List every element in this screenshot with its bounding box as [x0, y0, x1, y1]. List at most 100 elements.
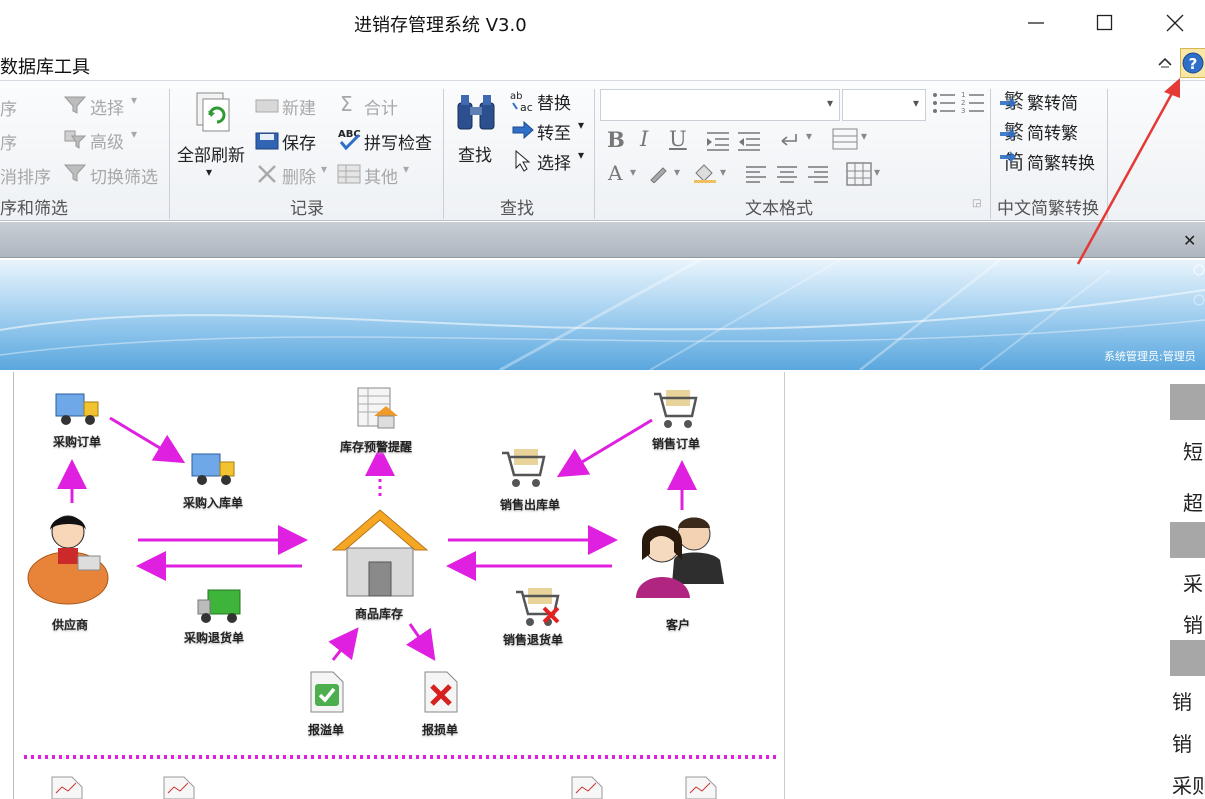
window-title: 进销存管理系统 V3.0 — [354, 15, 527, 36]
loss-doc-icon[interactable] — [423, 670, 459, 714]
panel-item[interactable]: 超 — [1183, 487, 1203, 516]
stock-alert-icon[interactable] — [356, 386, 402, 432]
customer-link[interactable]: 客户 — [666, 616, 690, 633]
filter-select-button[interactable]: 选择 — [90, 94, 124, 119]
panel-item[interactable]: 销 — [1172, 686, 1192, 715]
italic-button[interactable]: I — [640, 127, 648, 151]
font-color-button[interactable]: A — [608, 161, 622, 185]
panel-item[interactable]: 短 — [1183, 436, 1203, 465]
totals-button[interactable]: 合计 — [364, 94, 398, 119]
annotation-arrow — [1076, 78, 1180, 265]
panel-header — [1170, 384, 1205, 420]
shopping-cart-icon[interactable] — [652, 388, 698, 430]
report-icon[interactable] — [162, 775, 196, 799]
customer-icon[interactable] — [630, 512, 728, 604]
truck-icon[interactable] — [54, 388, 102, 428]
filter-select-icon — [64, 96, 86, 114]
sort-ascending-button[interactable]: 序 — [0, 95, 17, 120]
svg-text:2: 2 — [961, 99, 965, 107]
highlight-pen-icon — [650, 167, 667, 183]
bold-button[interactable]: B — [607, 127, 625, 152]
purchase-in-link[interactable]: 采购入库单 — [183, 494, 243, 511]
goto-button[interactable]: 转至 — [537, 119, 571, 144]
group-label-text-format: 文本格式 — [745, 199, 813, 219]
maximize-button[interactable] — [1084, 6, 1124, 38]
save-button[interactable]: 保存 — [282, 129, 316, 154]
select-button[interactable]: 选择 — [537, 149, 571, 174]
group-divider — [990, 89, 991, 219]
find-button[interactable]: 查找 — [452, 89, 502, 179]
font-name-select[interactable]: ▾ — [600, 89, 840, 121]
cart-return-icon[interactable] — [514, 586, 562, 628]
gridlines-icon — [832, 128, 858, 150]
simp-trad-convert-icon: 简 — [1000, 150, 1024, 173]
chevron-down-icon: ▾ — [674, 165, 681, 179]
purchase-return-link[interactable]: 采购退货单 — [184, 629, 244, 646]
spelling-check-button[interactable]: 拼写检查 — [364, 129, 432, 154]
truck-icon[interactable] — [190, 448, 238, 488]
report-icon[interactable] — [570, 775, 604, 799]
delete-icon — [258, 165, 276, 183]
cursor-icon — [515, 150, 531, 172]
chevron-down-icon: ▾ — [874, 165, 881, 179]
document-tab-bar — [0, 222, 1205, 258]
sales-order-link[interactable]: 销售订单 — [652, 435, 700, 452]
sales-return-link[interactable]: 销售退货单 — [503, 631, 563, 648]
advanced-filter-button[interactable]: 高级 — [90, 128, 124, 153]
sales-out-link[interactable]: 销售出库单 — [500, 496, 560, 513]
align-left-indent-icon — [707, 132, 729, 151]
table-border-icon — [846, 162, 872, 186]
panel-item[interactable]: 销 — [1172, 728, 1192, 757]
loss-link[interactable]: 报损单 — [422, 721, 458, 738]
group-divider — [443, 89, 444, 219]
font-size-select[interactable]: ▾ — [842, 89, 926, 121]
align-right-icon — [808, 166, 828, 183]
sort-descending-button[interactable]: 序 — [0, 129, 17, 154]
tab-database-tools[interactable]: 数据库工具 — [0, 53, 90, 79]
chevron-down-icon: ▾ — [403, 162, 410, 176]
report-icon[interactable] — [684, 775, 718, 799]
overflow-link[interactable]: 报溢单 — [308, 721, 344, 738]
paragraph-direction-icon — [781, 134, 797, 146]
panel-item[interactable]: 销 — [1183, 609, 1203, 638]
supplier-link[interactable]: 供应商 — [52, 616, 88, 633]
svg-text:3: 3 — [961, 107, 965, 115]
arrow-right-icon — [512, 121, 534, 139]
underline-button[interactable]: U — [669, 127, 687, 151]
spelling-icon: ABC — [338, 129, 361, 151]
replace-icon: abac — [510, 91, 533, 113]
chevron-down-icon: ▾ — [206, 165, 213, 179]
clear-sort-button[interactable]: 消排序 — [0, 163, 51, 188]
panel-header — [1170, 640, 1205, 676]
inventory-house-icon[interactable] — [331, 504, 429, 600]
new-record-icon — [255, 99, 279, 113]
refresh-all-button[interactable]: 全部刷新 ▾ — [176, 89, 250, 189]
chevron-down-icon: ▾ — [578, 118, 585, 132]
panel-item[interactable]: 采则 — [1172, 770, 1205, 799]
close-button[interactable] — [1154, 6, 1194, 38]
shopping-cart-icon[interactable] — [500, 447, 546, 489]
dialog-launcher-icon[interactable]: ◲ — [972, 198, 981, 209]
more-button[interactable]: 其他 — [364, 163, 398, 188]
sigma-icon: Σ — [340, 92, 353, 116]
toggle-filter-button[interactable]: 切换筛选 — [90, 163, 158, 188]
report-icon[interactable] — [50, 775, 84, 799]
minimize-button[interactable] — [1015, 6, 1055, 38]
chevron-down-icon: ▾ — [827, 96, 834, 110]
stock-alert-link[interactable]: 库存预警提醒 — [340, 438, 412, 455]
header-banner — [0, 260, 1205, 370]
panel-item[interactable]: 采 — [1183, 568, 1203, 597]
supplier-icon[interactable] — [26, 508, 114, 608]
overflow-doc-icon[interactable] — [309, 670, 345, 714]
chevron-down-icon: ▾ — [861, 129, 868, 143]
panel-header — [1170, 522, 1205, 558]
new-record-button[interactable]: 新建 — [282, 94, 316, 119]
replace-button[interactable]: 替换 — [537, 89, 571, 114]
collapse-ribbon-icon[interactable] — [1157, 56, 1173, 68]
binoculars-icon — [457, 95, 495, 130]
delete-button[interactable]: 删除 — [282, 163, 316, 188]
svg-text:ac: ac — [520, 101, 533, 113]
purchase-order-link[interactable]: 采购订单 — [53, 433, 101, 450]
return-truck-icon[interactable] — [196, 586, 244, 626]
inventory-link[interactable]: 商品库存 — [355, 605, 403, 622]
